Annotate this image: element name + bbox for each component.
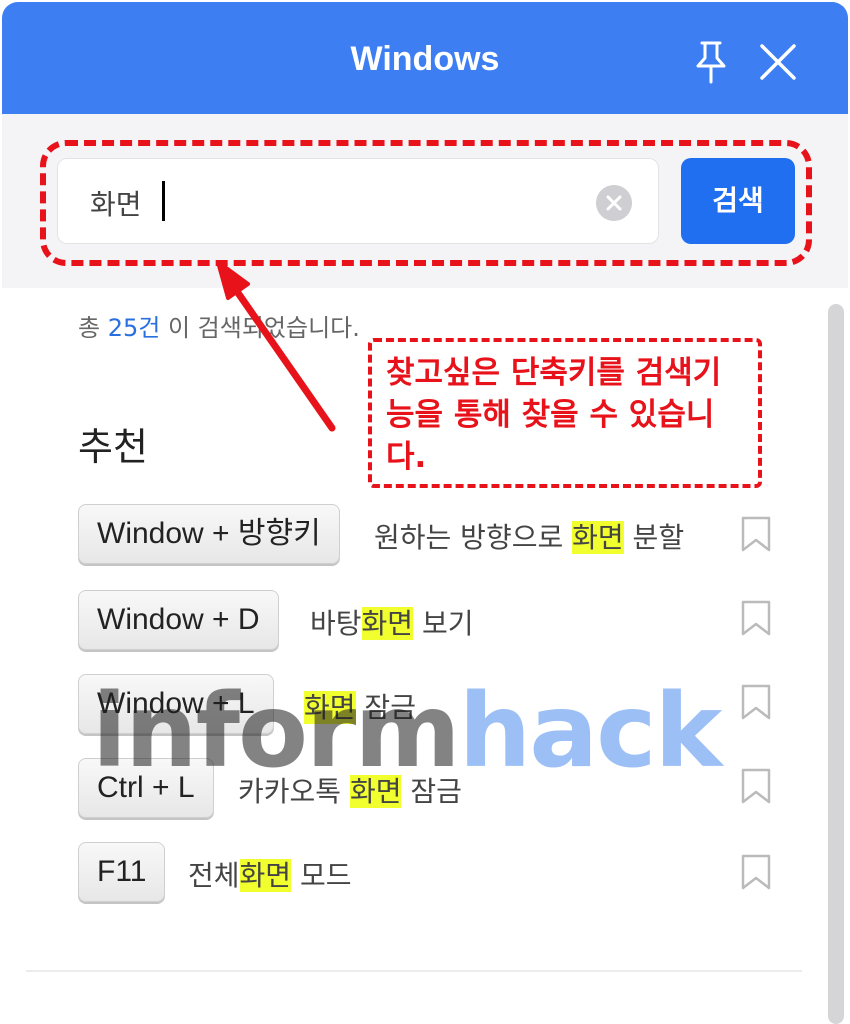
shortcut-key[interactable]: F11 bbox=[78, 842, 166, 902]
shortcut-key[interactable]: Window + D bbox=[78, 590, 279, 650]
shortcut-key[interactable]: Ctrl + L bbox=[78, 758, 214, 818]
desc-text: 모드 bbox=[291, 859, 352, 892]
shortcut-description: 원하는 방향으로 화면 분할 bbox=[374, 516, 684, 556]
result-count-suffix: 이 검색되었습니다. bbox=[160, 314, 360, 342]
shortcut-row: Window + 방향키 원하는 방향으로 화면 분할 bbox=[78, 504, 778, 566]
search-highlight: 화면 bbox=[239, 859, 292, 892]
callout-text: 찾고싶은 단축키를 검색기능을 통해 찾을 수 있습니다. bbox=[386, 355, 722, 475]
shortcut-description: 화면 잠금 bbox=[304, 686, 416, 726]
desc-text: 분할 bbox=[623, 521, 685, 554]
shortcut-description: 카카오톡 화면 잠금 bbox=[238, 770, 462, 810]
bookmark-icon[interactable] bbox=[740, 600, 772, 636]
shortcut-key[interactable]: Window + 방향키 bbox=[78, 504, 340, 564]
desc-text: 원하는 방향으로 bbox=[374, 521, 573, 554]
bookmark-icon[interactable] bbox=[740, 516, 772, 552]
divider bbox=[26, 970, 802, 972]
pin-icon[interactable] bbox=[692, 40, 730, 84]
scrollbar[interactable] bbox=[828, 304, 844, 1024]
shortcut-row: Window + D 바탕화면 보기 bbox=[78, 590, 678, 652]
annotation-highlight-box bbox=[40, 140, 812, 266]
result-count: 총 25건 이 검색되었습니다. bbox=[78, 308, 360, 343]
result-count-number: 25건 bbox=[107, 314, 161, 342]
bookmark-icon[interactable] bbox=[740, 684, 772, 720]
bookmark-icon[interactable] bbox=[740, 854, 772, 890]
shortcut-description: 전체화면 모드 bbox=[188, 854, 351, 894]
search-highlight: 화면 bbox=[349, 775, 402, 808]
title-bar: Windows bbox=[2, 2, 848, 114]
desc-text: 잠금 bbox=[401, 775, 462, 808]
result-count-prefix: 총 bbox=[78, 314, 108, 342]
shortcut-description: 바탕화면 보기 bbox=[310, 602, 473, 642]
shortcut-row: F11 전체화면 모드 bbox=[78, 842, 678, 904]
close-icon[interactable] bbox=[758, 42, 798, 82]
shortcut-row: Ctrl + L 카카오톡 화면 잠금 bbox=[78, 758, 678, 820]
search-highlight: 화면 bbox=[304, 691, 356, 724]
search-highlight: 화면 bbox=[572, 521, 624, 554]
desc-text: 전체 bbox=[188, 859, 240, 892]
desc-text: 잠금 bbox=[355, 691, 416, 724]
search-highlight: 화면 bbox=[361, 607, 414, 640]
desc-text: 카카오톡 bbox=[238, 775, 350, 808]
shortcut-row: Window + L 화면 잠금 bbox=[78, 674, 678, 736]
section-title: 추천 bbox=[78, 425, 148, 469]
desc-text: 바탕 bbox=[310, 607, 362, 640]
shortcut-key[interactable]: Window + L bbox=[78, 674, 274, 734]
bookmark-icon[interactable] bbox=[740, 768, 772, 804]
annotation-callout: 찾고싶은 단축키를 검색기능을 통해 찾을 수 있습니다. bbox=[368, 338, 762, 488]
desc-text: 보기 bbox=[413, 607, 474, 640]
